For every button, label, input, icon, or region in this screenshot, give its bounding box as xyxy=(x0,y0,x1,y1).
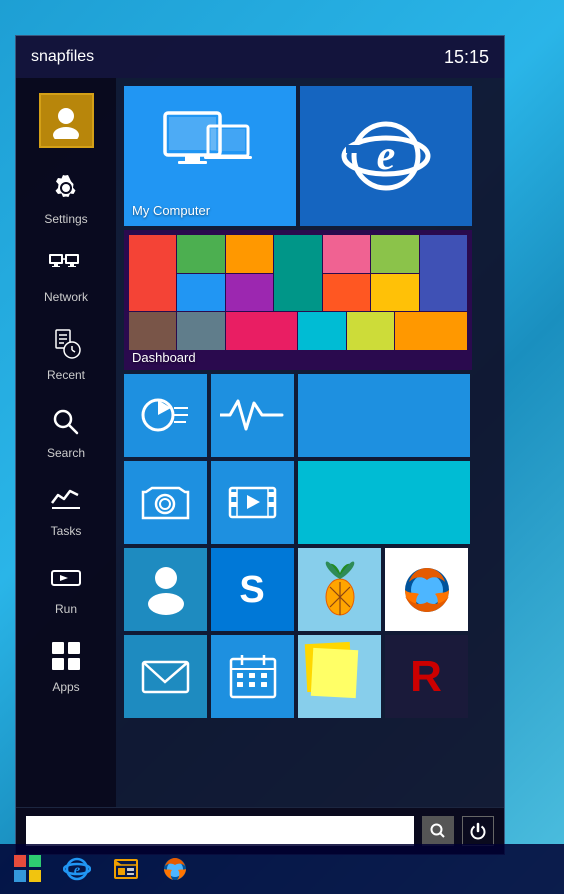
taskbar-firefox-button[interactable] xyxy=(152,848,197,890)
tiles-row-1: My Computer e xyxy=(124,86,496,226)
sidebar-item-search[interactable]: Search xyxy=(16,392,116,470)
avatar xyxy=(39,93,94,148)
ie-icon: e xyxy=(341,111,431,201)
tiles-row-4 xyxy=(124,461,496,544)
pie-icon xyxy=(138,388,193,443)
tiles-row-3 xyxy=(124,374,496,457)
start-body: Settings xyxy=(16,78,504,807)
tiles-area: My Computer e xyxy=(116,78,504,807)
sidebar-settings-label: Settings xyxy=(44,212,87,226)
tile-pie[interactable] xyxy=(124,374,207,457)
tile-tropical[interactable] xyxy=(298,548,381,631)
tile-dashboard[interactable]: Dashboard xyxy=(124,230,472,370)
tiles-row-2: Dashboard xyxy=(124,230,496,370)
tile-calendar[interactable] xyxy=(211,635,294,718)
tile-mail[interactable] xyxy=(124,635,207,718)
note-front xyxy=(311,648,358,698)
tile-empty-1[interactable] xyxy=(298,374,470,457)
sidebar-item-apps[interactable]: Apps xyxy=(16,626,116,704)
dashboard-label: Dashboard xyxy=(132,350,196,365)
taskbar-firefox-icon xyxy=(161,855,189,883)
taskbar-ie-icon: e xyxy=(63,855,91,883)
skype-icon: S xyxy=(225,562,280,617)
start-time: 15:15 xyxy=(444,47,489,68)
tile-ie[interactable]: e xyxy=(300,86,472,226)
tile-notes[interactable] xyxy=(298,635,381,718)
tiles-row-6: R xyxy=(124,635,496,718)
search-icon xyxy=(46,402,86,442)
win-logo-yellow xyxy=(29,870,41,882)
tile-pulse[interactable] xyxy=(211,374,294,457)
taskbar-explorer-button[interactable] xyxy=(103,848,148,890)
search-input[interactable] xyxy=(26,816,414,846)
tile-rocketdock[interactable]: R xyxy=(385,635,468,718)
svg-text:e: e xyxy=(73,863,79,878)
sidebar-item-tasks[interactable]: Tasks xyxy=(16,470,116,548)
person-icon xyxy=(141,562,191,617)
mail-icon xyxy=(138,654,193,699)
tile-firefox-1[interactable] xyxy=(385,548,468,631)
tropical-icon xyxy=(310,557,370,622)
sidebar-item-run[interactable]: Run xyxy=(16,548,116,626)
recent-icon xyxy=(46,324,86,364)
gear-icon xyxy=(46,168,86,208)
footer-search-icon xyxy=(430,823,446,839)
my-computer-label: My Computer xyxy=(132,203,210,218)
sidebar-run-label: Run xyxy=(55,602,77,616)
taskbar: e xyxy=(0,844,564,894)
camera-icon xyxy=(138,480,193,525)
tile-skype[interactable]: S xyxy=(211,548,294,631)
user-icon xyxy=(48,103,84,139)
sidebar-network-label: Network xyxy=(44,290,88,304)
windows-logo xyxy=(14,855,42,883)
win-logo-blue xyxy=(14,870,26,882)
tiles-row-5: S xyxy=(124,548,496,631)
tasks-icon xyxy=(46,480,86,520)
taskbar-start-button[interactable] xyxy=(5,848,50,890)
pulse-icon xyxy=(220,393,285,438)
power-icon xyxy=(469,822,487,840)
win-logo-red xyxy=(14,855,26,867)
svg-text:R: R xyxy=(410,652,442,701)
taskbar-ie-button[interactable]: e xyxy=(54,848,99,890)
sidebar: Settings xyxy=(16,78,116,807)
tile-person[interactable] xyxy=(124,548,207,631)
sidebar-item-settings[interactable]: Settings xyxy=(16,158,116,236)
search-button[interactable] xyxy=(422,816,454,846)
tile-film[interactable] xyxy=(211,461,294,544)
my-computer-icon xyxy=(160,108,260,188)
win-logo-green xyxy=(29,855,41,867)
sidebar-item-recent[interactable]: Recent xyxy=(16,314,116,392)
run-icon xyxy=(46,558,86,598)
desktop: snapfiles 15:15 xyxy=(0,0,564,894)
tile-empty-2[interactable] xyxy=(298,461,470,544)
film-icon xyxy=(225,480,280,525)
network-icon xyxy=(46,246,86,286)
rocketdock-icon: R xyxy=(399,649,454,704)
sidebar-apps-label: Apps xyxy=(52,680,79,694)
calendar-icon xyxy=(227,651,279,703)
start-menu: snapfiles 15:15 xyxy=(15,35,505,855)
start-header: snapfiles 15:15 xyxy=(16,36,504,78)
sidebar-search-label: Search xyxy=(47,446,85,460)
apps-icon xyxy=(46,636,86,676)
sidebar-tasks-label: Tasks xyxy=(51,524,82,538)
taskbar-explorer-icon xyxy=(112,855,140,883)
svg-text:S: S xyxy=(239,569,264,611)
sidebar-item-user[interactable] xyxy=(16,83,116,158)
tile-camera[interactable] xyxy=(124,461,207,544)
dashboard-mini-grid xyxy=(129,235,467,350)
power-button[interactable] xyxy=(462,816,494,846)
sidebar-recent-label: Recent xyxy=(47,368,85,382)
start-title: snapfiles xyxy=(31,48,94,66)
sidebar-item-network[interactable]: Network xyxy=(16,236,116,314)
svg-text:e: e xyxy=(377,133,396,179)
tile-my-computer[interactable]: My Computer xyxy=(124,86,296,226)
firefox-icon xyxy=(397,560,457,620)
ie-icon-container: e xyxy=(300,86,472,226)
